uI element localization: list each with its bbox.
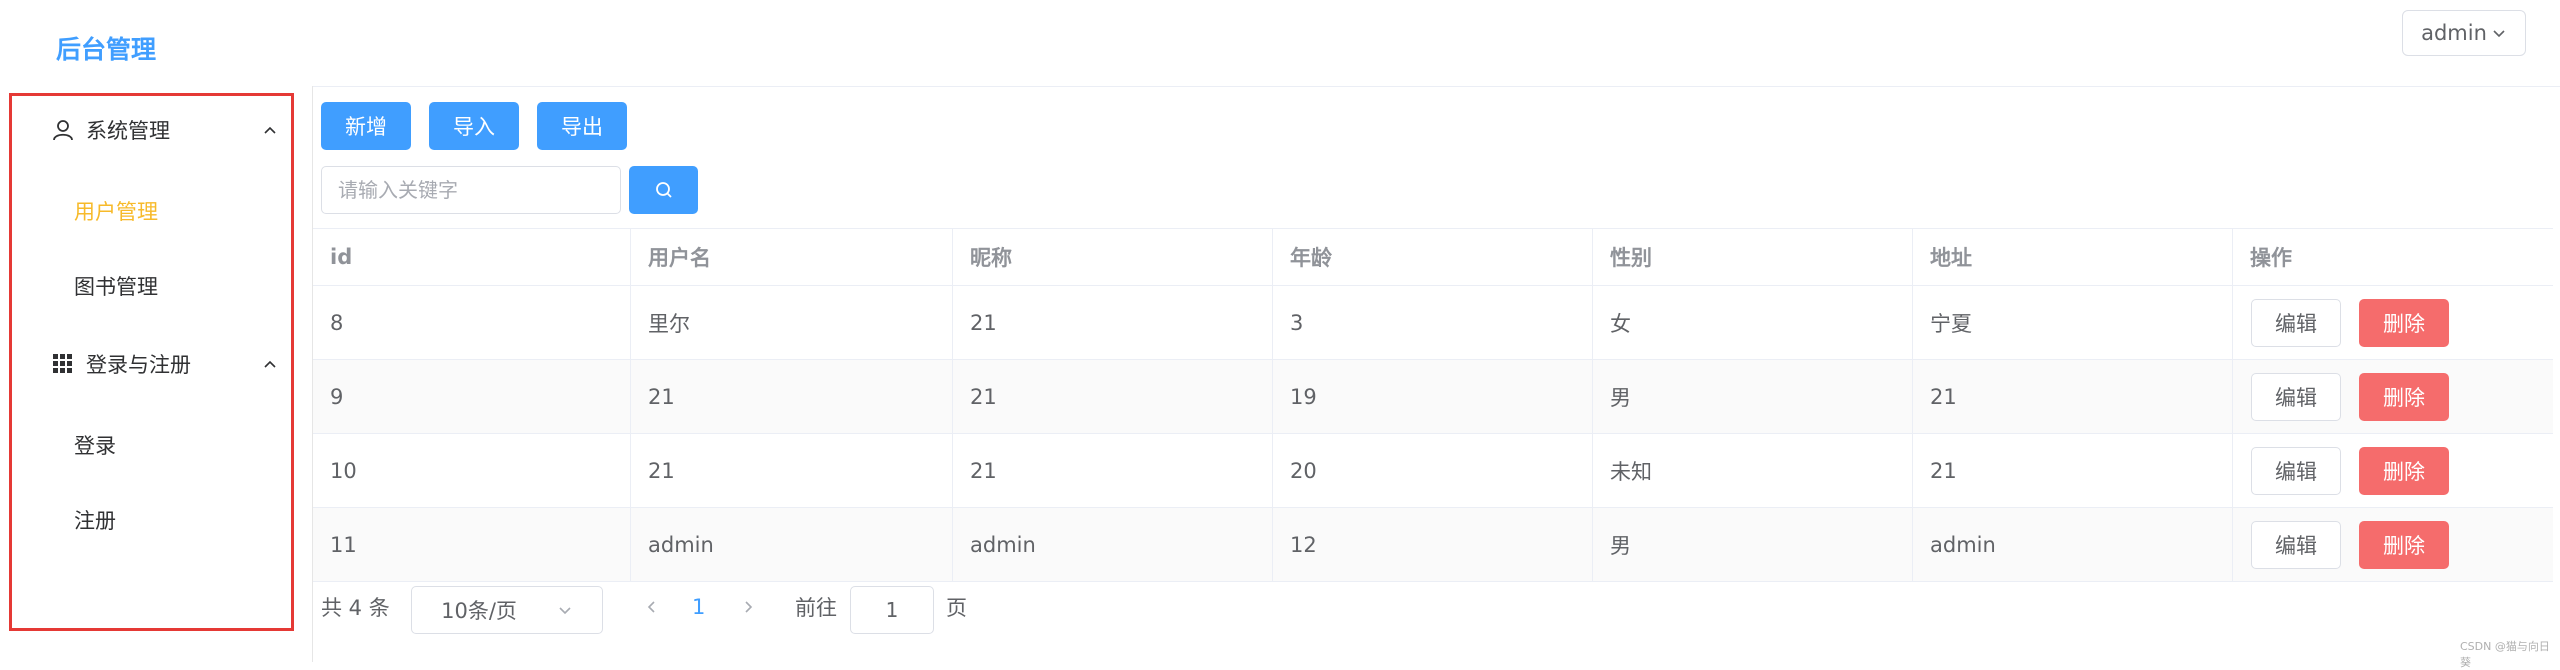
prev-page-button[interactable] bbox=[644, 583, 660, 631]
chevron-down-icon bbox=[2493, 30, 2505, 38]
cell-nickname: admin bbox=[953, 508, 1273, 581]
delete-button[interactable]: 删除 bbox=[2359, 447, 2449, 495]
goto-page-input[interactable] bbox=[850, 586, 934, 634]
cell-age: 19 bbox=[1273, 360, 1593, 433]
menu-group-auth[interactable]: 登录与注册 bbox=[50, 344, 290, 384]
column-header-actions: 操作 bbox=[2250, 246, 2292, 270]
search-input[interactable] bbox=[321, 166, 621, 214]
cell-id: 9 bbox=[313, 360, 631, 433]
app-brand-title: 后台管理 bbox=[56, 35, 157, 64]
page-suffix-label: 页 bbox=[946, 596, 967, 620]
add-button[interactable]: 新增 bbox=[321, 102, 411, 150]
user-name: admin bbox=[2421, 21, 2487, 45]
sidebar-item-users[interactable]: 用户管理 bbox=[74, 196, 158, 226]
chevron-up-icon bbox=[264, 360, 276, 368]
delete-button[interactable]: 删除 bbox=[2359, 299, 2449, 347]
menu-group-system[interactable]: 系统管理 bbox=[50, 110, 290, 150]
cell-username: 21 bbox=[631, 360, 953, 433]
chevron-left-icon bbox=[647, 601, 655, 613]
cell-gender: 男 bbox=[1593, 360, 1913, 433]
edit-button[interactable]: 编辑 bbox=[2251, 299, 2341, 347]
cell-id: 10 bbox=[313, 434, 631, 507]
table-row: 9 21 21 19 男 21 编辑 删除 bbox=[313, 360, 2553, 434]
sidebar-item-register[interactable]: 注册 bbox=[74, 505, 116, 535]
cell-id: 11 bbox=[313, 508, 631, 581]
cell-nickname: 21 bbox=[953, 286, 1273, 359]
user-dropdown[interactable]: admin bbox=[2402, 10, 2526, 56]
page-number-current[interactable]: 1 bbox=[692, 583, 705, 631]
delete-button[interactable]: 删除 bbox=[2359, 373, 2449, 421]
cell-username: 21 bbox=[631, 434, 953, 507]
cell-nickname: 21 bbox=[953, 434, 1273, 507]
column-header-address: 地址 bbox=[1913, 229, 2233, 285]
sidebar-menu: 系统管理 用户管理 图书管理 登录与注册 登录 注册 bbox=[9, 93, 294, 631]
table-row: 11 admin admin 12 男 admin 编辑 删除 bbox=[313, 508, 2553, 582]
sidebar-item-login[interactable]: 登录 bbox=[74, 430, 116, 460]
pagination-total: 共 4 条 bbox=[321, 596, 390, 620]
column-header-nickname: 昵称 bbox=[953, 229, 1273, 285]
table-header-row: id 用户名 昵称 年龄 性别 地址 操作 bbox=[313, 228, 2553, 286]
table-row: 10 21 21 20 未知 21 编辑 删除 bbox=[313, 434, 2553, 508]
column-header-age: 年龄 bbox=[1273, 229, 1593, 285]
user-icon bbox=[50, 117, 76, 143]
cell-age: 3 bbox=[1273, 286, 1593, 359]
delete-button[interactable]: 删除 bbox=[2359, 521, 2449, 569]
edit-button[interactable]: 编辑 bbox=[2251, 447, 2341, 495]
cell-address: 宁夏 bbox=[1913, 286, 2233, 359]
column-header-username: 用户名 bbox=[631, 229, 953, 285]
watermark-text: CSDN @猫与向日葵 bbox=[2460, 640, 2550, 669]
cell-age: 12 bbox=[1273, 508, 1593, 581]
header-divider bbox=[312, 86, 2560, 87]
cell-age: 20 bbox=[1273, 434, 1593, 507]
cell-username: 里尔 bbox=[631, 286, 953, 359]
search-icon bbox=[655, 182, 672, 198]
import-button[interactable]: 导入 bbox=[429, 102, 519, 150]
edit-button[interactable]: 编辑 bbox=[2251, 373, 2341, 421]
chevron-right-icon bbox=[745, 601, 753, 613]
cell-address: 21 bbox=[1913, 434, 2233, 507]
cell-gender: 女 bbox=[1593, 286, 1913, 359]
export-button[interactable]: 导出 bbox=[537, 102, 627, 150]
column-header-gender: 性别 bbox=[1593, 229, 1913, 285]
search-button[interactable] bbox=[629, 166, 698, 214]
cell-nickname: 21 bbox=[953, 360, 1273, 433]
menu-group-label: 登录与注册 bbox=[86, 353, 191, 377]
cell-gender: 男 bbox=[1593, 508, 1913, 581]
edit-button[interactable]: 编辑 bbox=[2251, 521, 2341, 569]
cell-username: admin bbox=[631, 508, 953, 581]
page-size-value: 10条/页 bbox=[441, 599, 517, 623]
grid-icon bbox=[50, 351, 76, 377]
menu-group-label: 系统管理 bbox=[86, 119, 170, 143]
cell-address: 21 bbox=[1913, 360, 2233, 433]
chevron-up-icon bbox=[264, 126, 276, 134]
sidebar-item-books[interactable]: 图书管理 bbox=[74, 271, 158, 301]
chevron-down-icon bbox=[559, 607, 571, 615]
cell-gender: 未知 bbox=[1593, 434, 1913, 507]
table-row: 8 里尔 21 3 女 宁夏 编辑 删除 bbox=[313, 286, 2553, 360]
page-size-select[interactable]: 10条/页 bbox=[411, 586, 603, 634]
column-header-id: id bbox=[313, 229, 631, 285]
next-page-button[interactable] bbox=[740, 583, 756, 631]
cell-id: 8 bbox=[313, 286, 631, 359]
goto-label: 前往 bbox=[795, 596, 837, 620]
cell-address: admin bbox=[1913, 508, 2233, 581]
